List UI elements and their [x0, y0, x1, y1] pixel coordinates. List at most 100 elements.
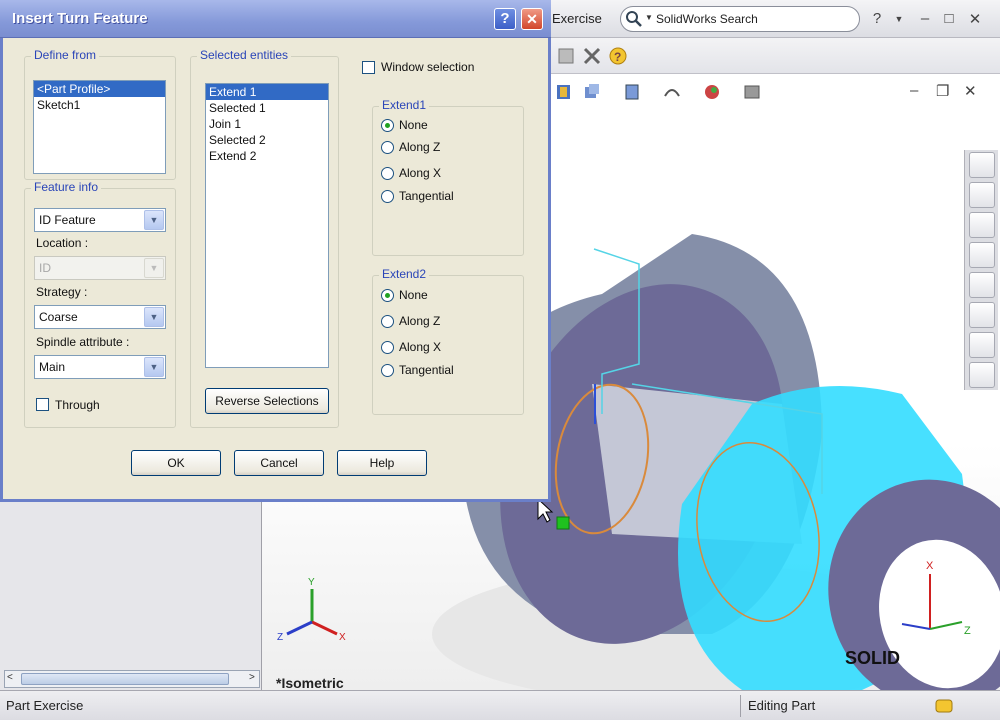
status-bar: Part Exercise Editing Part	[0, 690, 1000, 720]
orientation-triad: Y X Z	[277, 577, 346, 643]
strategy-select[interactable]: Coarse ▼	[34, 305, 166, 329]
window-selection-checkbox[interactable]	[362, 61, 375, 74]
help-button[interactable]: Help	[337, 450, 427, 476]
svg-text:Z: Z	[277, 632, 283, 643]
dialog-help-button[interactable]: ?	[494, 8, 516, 30]
entity-item[interactable]: Extend 1	[206, 84, 328, 100]
scroll-right-icon[interactable]: >	[249, 672, 255, 683]
spindle-attribute-label: Spindle attribute :	[36, 335, 130, 349]
selected-entities-list[interactable]: Extend 1 Selected 1 Join 1 Selected 2 Ex…	[205, 83, 329, 368]
help-bulb-icon[interactable]: ?	[608, 46, 628, 66]
strategy-label: Strategy :	[36, 285, 88, 299]
reverse-selections-button[interactable]: Reverse Selections	[205, 388, 329, 414]
chevron-down-icon: ▼	[144, 258, 164, 278]
location-value: ID	[39, 261, 51, 275]
chevron-down-icon[interactable]: ▼	[144, 210, 164, 230]
insert-turn-feature-dialog: Insert Turn Feature ? ✕ Define from <Par…	[0, 0, 551, 502]
window-selection-label: Window selection	[381, 60, 475, 74]
feature-manager-pane	[0, 500, 262, 690]
extend1-along-z-radio[interactable]	[381, 141, 394, 154]
extend1-along-x-radio[interactable]	[381, 167, 394, 180]
extend1-none-label: None	[399, 118, 428, 132]
entity-item[interactable]: Join 1	[206, 116, 328, 132]
entity-item[interactable]: Selected 2	[206, 132, 328, 148]
close-button[interactable]: ✕	[966, 10, 984, 28]
extend1-group: Extend1	[372, 98, 524, 256]
folder-icon[interactable]	[969, 242, 995, 268]
extend2-none-label: None	[399, 288, 428, 302]
entity-item[interactable]: Extend 2	[206, 148, 328, 164]
location-select: ID ▼	[34, 256, 166, 280]
minimize-button[interactable]: –	[916, 10, 934, 27]
extend1-along-z-label: Along Z	[399, 140, 441, 154]
cancel-button[interactable]: Cancel	[234, 450, 324, 476]
extend2-along-z-radio[interactable]	[381, 315, 394, 328]
extend2-tangential-radio[interactable]	[381, 364, 394, 377]
selected-entities-label: Selected entities	[197, 48, 292, 62]
svg-text:X: X	[926, 560, 934, 572]
status-separator	[740, 695, 741, 717]
dialog-title: Insert Turn Feature	[12, 10, 148, 27]
scroll-thumb[interactable]	[21, 673, 229, 685]
search-placeholder: SolidWorks Search	[656, 12, 758, 26]
ok-button[interactable]: OK	[131, 450, 221, 476]
spindle-attribute-select[interactable]: Main ▼	[34, 355, 166, 379]
svg-text:?: ?	[614, 50, 621, 64]
extend2-along-x-radio[interactable]	[381, 341, 394, 354]
extend1-along-x-label: Along X	[399, 166, 442, 180]
chevron-down-icon[interactable]: ▼	[144, 307, 164, 327]
search-icon	[626, 11, 642, 27]
extend1-tangential-label: Tangential	[399, 189, 454, 203]
search-dropdown-icon[interactable]: ▼	[645, 13, 653, 22]
through-checkbox[interactable]	[36, 398, 49, 411]
svg-text:Z: Z	[964, 625, 971, 637]
chevron-down-icon[interactable]: ▼	[144, 357, 164, 377]
svg-text:Y: Y	[308, 577, 315, 588]
scroll-left-icon[interactable]: <	[7, 672, 13, 683]
feature-type-value: ID Feature	[39, 213, 96, 227]
define-from-item[interactable]: Sketch1	[34, 97, 165, 113]
spindle-attribute-value: Main	[39, 360, 66, 374]
maximize-button[interactable]: □	[940, 10, 958, 27]
tools-icon[interactable]	[582, 46, 602, 66]
strategy-value: Coarse	[39, 310, 78, 324]
status-document: Part Exercise	[6, 698, 84, 713]
dialog-titlebar[interactable]: Insert Turn Feature ? ✕	[0, 0, 551, 38]
horizontal-scrollbar[interactable]: < >	[4, 670, 260, 688]
extend1-none-radio[interactable]	[381, 119, 394, 132]
feature-type-select[interactable]: ID Feature ▼	[34, 208, 166, 232]
task-pane	[964, 150, 998, 390]
search-input[interactable]: ▼ SolidWorks Search	[620, 6, 860, 32]
svg-text:X: X	[339, 632, 346, 643]
view-name-label: *Isometric	[276, 675, 344, 691]
appearances-icon[interactable]	[969, 332, 995, 358]
solid-professor-logo: SOLID	[845, 648, 901, 668]
extend2-none-radio[interactable]	[381, 289, 394, 302]
define-from-label: Define from	[31, 48, 100, 62]
resources-icon[interactable]	[969, 152, 995, 178]
through-label: Through	[55, 398, 100, 412]
extend1-tangential-radio[interactable]	[381, 190, 394, 203]
search-results-icon[interactable]	[969, 272, 995, 298]
rebuild-icon[interactable]	[556, 46, 576, 66]
feature-info-label: Feature info	[31, 180, 102, 194]
define-from-list[interactable]: <Part Profile> Sketch1	[33, 80, 166, 174]
define-from-item[interactable]: <Part Profile>	[34, 81, 165, 97]
extend2-along-x-label: Along X	[399, 340, 442, 354]
custom-properties-icon[interactable]	[969, 362, 995, 388]
palette-icon[interactable]	[969, 302, 995, 328]
dialog-close-button[interactable]: ✕	[521, 8, 543, 30]
entity-item[interactable]: Selected 1	[206, 100, 328, 116]
extend1-label: Extend1	[379, 98, 430, 112]
extend2-along-z-label: Along Z	[399, 314, 441, 328]
help-dropdown-icon[interactable]: ▼	[890, 14, 908, 24]
design-library-icon[interactable]	[969, 182, 995, 208]
extend2-group: Extend2	[372, 267, 524, 415]
extend2-tangential-label: Tangential	[399, 363, 454, 377]
tag-icon[interactable]	[934, 696, 954, 716]
status-mode: Editing Part	[748, 698, 816, 713]
app-toolbar: ?	[550, 38, 1000, 74]
help-icon[interactable]: ?	[868, 10, 886, 27]
file-explorer-icon[interactable]	[969, 212, 995, 238]
location-label: Location :	[36, 236, 89, 250]
